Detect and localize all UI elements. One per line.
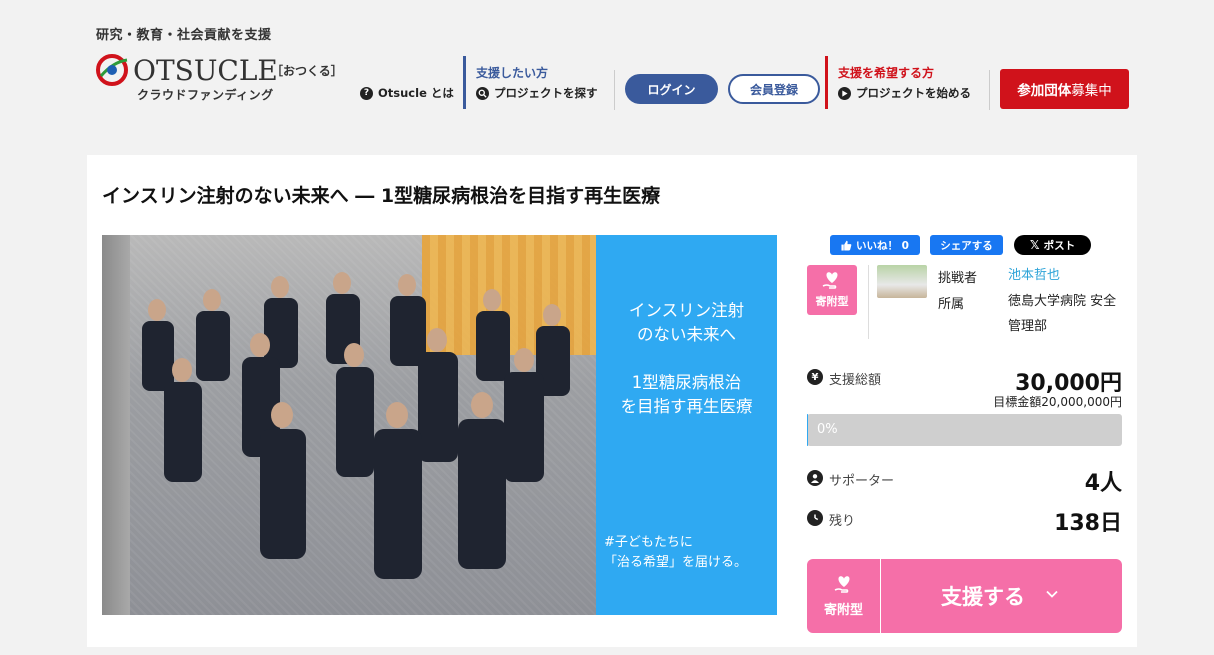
play-arrow-icon [838, 86, 851, 100]
remaining-label: 残り [829, 514, 856, 529]
join-label-normal: 募集中 [1071, 83, 1112, 99]
project-card: インスリン注射のない未来へ ― 1型糖尿病根治を目指す再生医療 インスリン注射 … [87, 155, 1137, 647]
start-project-link[interactable]: プロジェクトを始める [838, 85, 971, 101]
clock-icon [807, 510, 823, 526]
about-link[interactable]: ? Otsucle とは [360, 85, 454, 101]
x-post-button[interactable]: 𝕏 ポスト [1014, 235, 1091, 255]
supporters-row: サポーター 4人 [807, 465, 1122, 496]
progress-percent: 0% [817, 422, 838, 437]
join-label-bold: 参加団体 [1017, 83, 1072, 99]
goal-amount: 目標金額20,000,000円 [993, 395, 1122, 409]
yen-icon: ¥ [807, 369, 823, 385]
affiliation-value: 徳島大学病院 安全管理部 [1008, 294, 1117, 334]
thumbs-up-icon [841, 240, 852, 251]
join-organization-button[interactable]: 参加団体 募集中 [1000, 69, 1129, 109]
project-title: インスリン注射のない未来へ ― 1型糖尿病根治を目指す再生医療 [102, 185, 661, 207]
requester-divider [825, 56, 828, 109]
nav-divider-2 [989, 70, 990, 110]
hero-line-3: 1型糖尿病根治 [631, 373, 742, 392]
support-button-label: 支援する [941, 585, 1025, 609]
logo-wordmark: OTSUCLE [133, 54, 278, 87]
info-divider [868, 265, 869, 339]
user-icon [807, 470, 823, 486]
hero-text-panel: インスリン注射 のない未来へ 1型糖尿病根治 を目指す再生医療 #子どもたちに … [596, 235, 777, 615]
challenger-label: 挑戦者 [938, 271, 978, 286]
remaining-value: 138日 [1054, 511, 1122, 536]
hero-line-4: を目指す再生医療 [620, 397, 753, 416]
supporter-heading: 支援したい方 [476, 66, 549, 80]
hero-line-2: のない未来へ [637, 325, 736, 344]
hero-tag-line-2: 「治る希望」を届ける。 [604, 555, 748, 570]
remaining-days-row: 残り 138日 [807, 505, 1122, 536]
total-amount-label: 支援総額 [829, 373, 882, 388]
register-button[interactable]: 会員登録 [728, 74, 820, 104]
affiliation-label: 所属 [938, 297, 965, 312]
hero-line-1: インスリン注射 [628, 301, 745, 320]
supporter-divider [463, 56, 466, 109]
support-type-section: 寄附型 [807, 559, 881, 633]
project-hero-image: インスリン注射 のない未来へ 1型糖尿病根治 を目指す再生医療 #子どもたちに … [102, 235, 777, 615]
site-tagline: 研究・教育・社会貢献を支援 [96, 28, 272, 43]
facebook-like-button[interactable]: いいね！ 0 [830, 235, 920, 255]
otsucle-logo-icon [96, 54, 128, 86]
chevron-down-icon [1046, 590, 1058, 598]
logo-subtitle: クラウドファンディング [137, 88, 274, 102]
facebook-like-label: いいね！ 0 [856, 239, 909, 252]
donation-type-badge: 寄附型 [807, 265, 857, 315]
support-type-label: 寄附型 [823, 602, 863, 618]
challenger-name-link[interactable]: 池本哲也 [1008, 263, 1118, 288]
find-project-label: プロジェクトを探す [494, 86, 598, 100]
find-project-link[interactable]: プロジェクトを探す [476, 85, 598, 101]
start-project-label: プロジェクトを始める [856, 86, 971, 100]
x-logo-icon: 𝕏 [1029, 238, 1040, 252]
login-button[interactable]: ログイン [625, 74, 718, 104]
requester-heading: 支援を希望する方 [838, 66, 935, 80]
progress-bar: 0% [807, 414, 1122, 446]
facebook-share-button[interactable]: シェアする [930, 235, 1003, 255]
team-members-illustration [142, 272, 570, 579]
x-post-label: ポスト [1043, 239, 1076, 252]
question-icon: ? [360, 86, 373, 100]
total-amount-row: ¥ 支援総額 30,000円 [807, 365, 1122, 396]
heart-hand-icon [822, 272, 838, 289]
nav-divider [614, 70, 615, 110]
site-logo[interactable]: OTSUCLE ［おつくる］ クラウドファンディング [95, 52, 355, 102]
logo-kana: ［おつくる］ [271, 64, 343, 78]
heart-hand-icon [834, 575, 849, 593]
about-link-label: Otsucle とは [378, 86, 454, 100]
challenger-avatar [877, 265, 927, 298]
hero-hashtag: #子どもたちに 「治る希望」を届ける。 [604, 533, 747, 573]
team-photo [102, 235, 596, 615]
hero-tag-line-1: #子どもたちに [604, 535, 693, 550]
support-button[interactable]: 寄附型 支援する [807, 559, 1122, 633]
supporters-label: サポーター [829, 474, 895, 489]
supporters-value: 4人 [1084, 471, 1122, 496]
search-icon [476, 86, 489, 100]
photo-pillar [102, 235, 130, 615]
donation-type-label: 寄附型 [815, 295, 849, 308]
